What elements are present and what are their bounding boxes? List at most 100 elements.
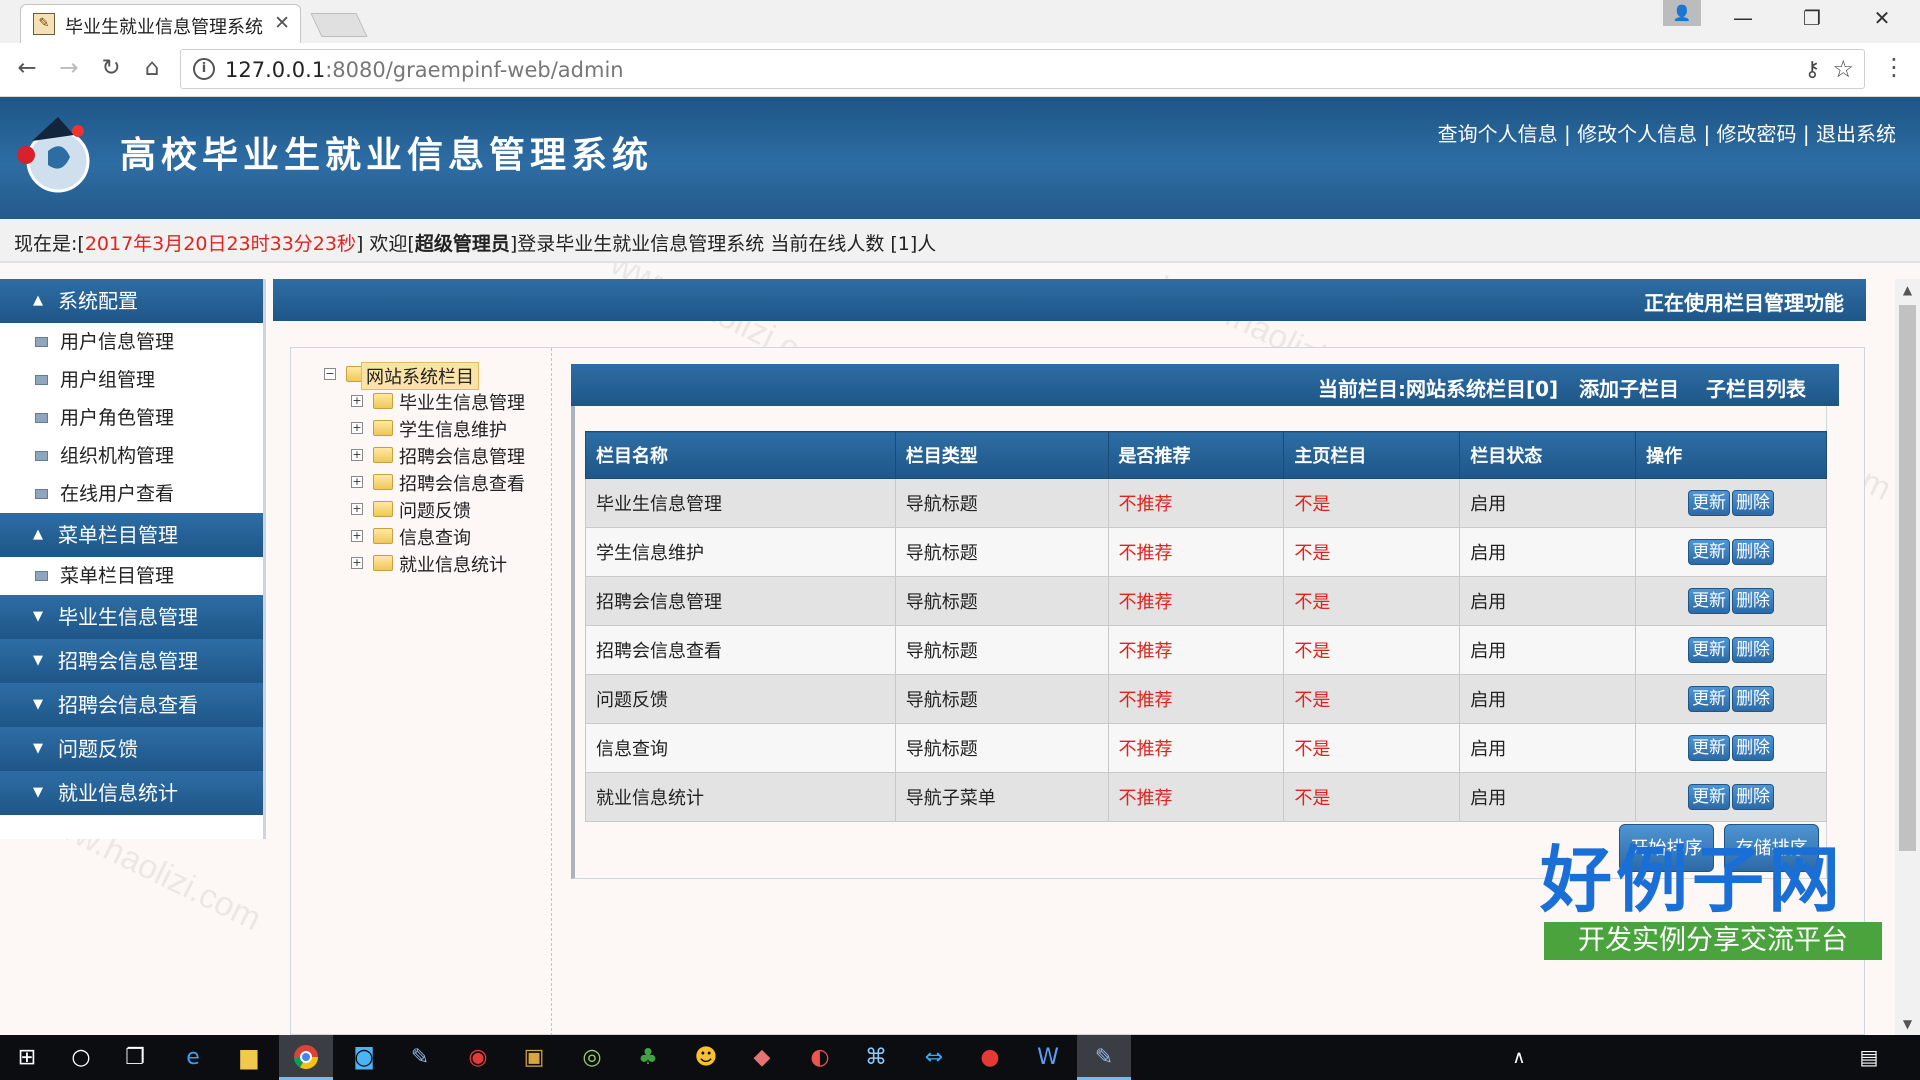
key-icon[interactable]: ⚷	[1805, 57, 1820, 81]
chrome-browser-icon[interactable]	[279, 1035, 333, 1080]
app-icon[interactable]: ●	[963, 1035, 1017, 1080]
sidebar-item-online-users[interactable]: 在线用户查看	[0, 475, 263, 513]
update-button[interactable]: 更新	[1688, 588, 1731, 614]
forward-icon[interactable]: →	[52, 55, 86, 81]
delete-button[interactable]: 删除	[1732, 539, 1775, 565]
tree-root-label[interactable]: 网站系统栏目	[361, 362, 479, 390]
tree-root[interactable]: − 网站系统栏目	[311, 362, 511, 390]
tree-collapse-icon[interactable]: −	[324, 368, 336, 380]
app-icon[interactable]: ◎	[565, 1035, 619, 1080]
update-button[interactable]: 更新	[1688, 735, 1731, 761]
link-logout[interactable]: 退出系统	[1816, 122, 1896, 146]
tree-node-label[interactable]: 就业信息统计	[399, 551, 507, 577]
notification-icon[interactable]: ▤	[1842, 1035, 1896, 1080]
reload-icon[interactable]: ↻	[94, 55, 128, 81]
new-tab-button[interactable]	[310, 13, 368, 37]
tree-node-label[interactable]: 问题反馈	[399, 497, 471, 523]
delete-button[interactable]: 删除	[1732, 588, 1775, 614]
tree-expand-icon[interactable]: +	[351, 422, 363, 434]
app-icon[interactable]: ◙	[337, 1035, 391, 1080]
scroll-up-icon[interactable]: ▲	[1895, 283, 1920, 297]
tree-node[interactable]: + 招聘会信息查看	[311, 470, 525, 497]
tree-expand-icon[interactable]: +	[351, 449, 363, 461]
sidebar-item-user-info[interactable]: 用户信息管理	[0, 323, 263, 361]
close-window-icon[interactable]: ✕	[1862, 6, 1902, 30]
scroll-down-icon[interactable]: ▼	[1895, 1017, 1920, 1031]
browser-tab[interactable]: ✎ 毕业生就业信息管理系统 ✕	[20, 4, 301, 43]
tree-node[interactable]: + 就业信息统计	[311, 551, 511, 578]
tree-node[interactable]: + 学生信息维护	[311, 416, 511, 443]
delete-button[interactable]: 删除	[1732, 490, 1775, 516]
word-icon[interactable]: W	[1021, 1035, 1075, 1080]
update-button[interactable]: 更新	[1688, 490, 1731, 516]
tree-node-label[interactable]: 信息查询	[399, 524, 471, 550]
eclipse-icon[interactable]: ✎	[393, 1035, 447, 1080]
tree-node[interactable]: + 招聘会信息管理	[311, 443, 525, 470]
windows-start-icon[interactable]: ⊞	[0, 1035, 54, 1080]
tree-node-label[interactable]: 学生信息维护	[399, 416, 507, 442]
app-icon[interactable]: ♣	[621, 1035, 675, 1080]
app-icon[interactable]: ◐	[793, 1035, 847, 1080]
sidebar-group-system-config[interactable]: ▲ 系统配置	[0, 279, 263, 323]
back-icon[interactable]: ←	[10, 55, 44, 81]
update-button[interactable]: 更新	[1688, 539, 1731, 565]
sidebar-item-user-group[interactable]: 用户组管理	[0, 361, 263, 399]
tray-arrow-icon[interactable]: ∧	[1492, 1035, 1546, 1080]
link-edit-profile[interactable]: 修改个人信息	[1577, 122, 1697, 146]
eclipse-icon[interactable]: ✎	[1077, 1035, 1131, 1080]
bookmark-star-icon[interactable]: ☆	[1832, 55, 1854, 83]
profile-icon[interactable]: 👤	[1663, 0, 1701, 26]
netease-music-icon[interactable]: ◉	[451, 1035, 505, 1080]
search-icon[interactable]: ○	[54, 1035, 108, 1080]
app-icon[interactable]: ◆	[735, 1035, 789, 1080]
sidebar-item-menu-column[interactable]: 菜单栏目管理	[0, 557, 263, 595]
sidebar-group-job-fair-manage[interactable]: ▼ 招聘会信息管理	[0, 639, 263, 683]
close-tab-icon[interactable]: ✕	[274, 12, 290, 34]
app-icon[interactable]: ⌘	[849, 1035, 903, 1080]
delete-button[interactable]: 删除	[1732, 637, 1775, 663]
update-button[interactable]: 更新	[1688, 686, 1731, 712]
scrollbar-thumb[interactable]	[1899, 305, 1916, 851]
update-button[interactable]: 更新	[1688, 784, 1731, 810]
add-child-column-link[interactable]: 添加子栏目	[1579, 373, 1679, 402]
sidebar-group-job-fair-view[interactable]: ▼ 招聘会信息查看	[0, 683, 263, 727]
start-sort-button[interactable]: 开始排序	[1619, 824, 1714, 872]
sidebar-group-statistics[interactable]: ▼ 就业信息统计	[0, 771, 263, 815]
tree-node-label[interactable]: 招聘会信息查看	[399, 470, 525, 496]
tree-node[interactable]: + 毕业生信息管理	[311, 389, 525, 416]
edge-browser-icon[interactable]: e	[166, 1035, 220, 1080]
link-query-profile[interactable]: 查询个人信息	[1438, 122, 1558, 146]
sidebar-group-menu-column[interactable]: ▲ 菜单栏目管理	[0, 513, 263, 557]
app-icon[interactable]: ▣	[507, 1035, 561, 1080]
child-column-list-link[interactable]: 子栏目列表	[1706, 373, 1806, 402]
update-button[interactable]: 更新	[1688, 637, 1731, 663]
delete-button[interactable]: 删除	[1732, 784, 1775, 810]
file-explorer-icon[interactable]: ▆	[222, 1035, 276, 1080]
save-sort-button[interactable]: 存储排序	[1724, 824, 1819, 872]
tree-node-label[interactable]: 招聘会信息管理	[399, 443, 525, 469]
tree-expand-icon[interactable]: +	[351, 557, 363, 569]
qq-icon[interactable]: ☻	[679, 1035, 733, 1080]
tree-expand-icon[interactable]: +	[351, 503, 363, 515]
minimize-icon[interactable]: —	[1723, 6, 1763, 30]
task-view-icon[interactable]: ❐	[108, 1035, 162, 1080]
tree-expand-icon[interactable]: +	[351, 530, 363, 542]
tree-node-label[interactable]: 毕业生信息管理	[399, 389, 525, 415]
teamviewer-icon[interactable]: ⇔	[907, 1035, 961, 1080]
address-bar[interactable]: i 127.0.0.1:8080/graempinf-web/admin ⚷ ☆	[180, 49, 1865, 89]
sidebar-group-graduate-info[interactable]: ▼ 毕业生信息管理	[0, 595, 263, 639]
link-change-password[interactable]: 修改密码	[1717, 122, 1797, 146]
tree-expand-icon[interactable]: +	[351, 395, 363, 407]
sidebar-item-organization[interactable]: 组织机构管理	[0, 437, 263, 475]
delete-button[interactable]: 删除	[1732, 735, 1775, 761]
tree-node[interactable]: + 问题反馈	[311, 497, 511, 524]
tree-node[interactable]: + 信息查询	[311, 524, 511, 551]
delete-button[interactable]: 删除	[1732, 686, 1775, 712]
tree-expand-icon[interactable]: +	[351, 476, 363, 488]
home-icon[interactable]: ⌂	[135, 55, 169, 81]
sidebar-group-feedback[interactable]: ▼ 问题反馈	[0, 727, 263, 771]
browser-menu-icon[interactable]: ⋮	[1882, 53, 1906, 81]
restore-icon[interactable]: ❐	[1792, 6, 1832, 30]
sidebar-item-user-role[interactable]: 用户角色管理	[0, 399, 263, 437]
page-scrollbar[interactable]: ▲ ▼	[1895, 279, 1920, 1035]
